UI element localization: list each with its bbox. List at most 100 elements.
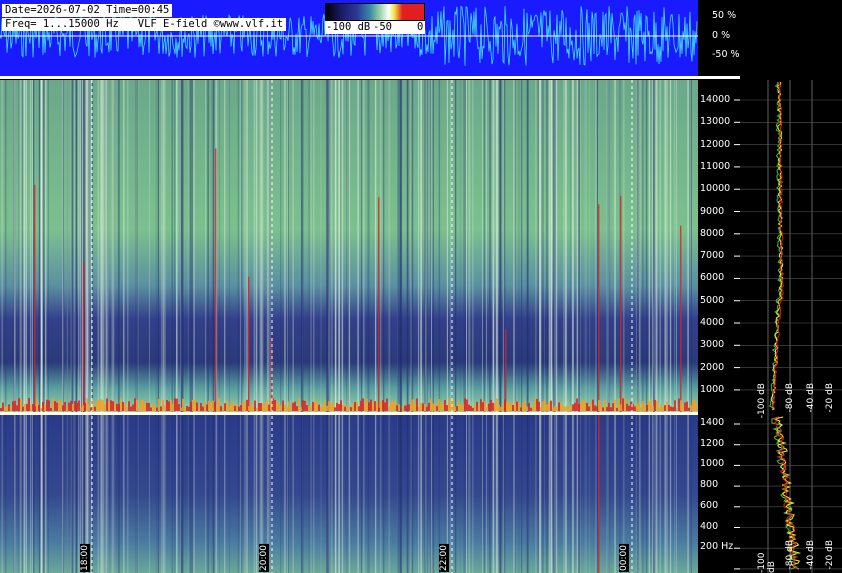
band-noise (420, 402, 422, 411)
spectrogram-streak (302, 80, 304, 412)
spectrogram-streak (40, 415, 43, 573)
spectrogram-streak (521, 415, 523, 573)
band-noise (472, 407, 474, 411)
band-noise (36, 399, 38, 411)
spectrogram-streak (102, 80, 104, 412)
spectrogram-streak (569, 415, 571, 573)
band-noise (8, 404, 10, 411)
upper-spectrum-panel (740, 80, 842, 412)
band-noise (0, 407, 2, 411)
spectrogram-streak (380, 415, 382, 573)
spectrogram-streak (14, 415, 16, 573)
band-noise (194, 399, 196, 411)
band-noise (314, 398, 316, 411)
spectrogram-streak (397, 415, 399, 573)
spectrogram-streak (288, 415, 289, 573)
spectrogram-streak (468, 415, 471, 573)
spectrogram-streak (638, 80, 641, 412)
band-noise (324, 399, 326, 411)
band-noise (82, 405, 84, 411)
band-noise (160, 406, 162, 411)
band-noise (340, 400, 342, 411)
spectrogram-streak (326, 80, 328, 412)
band-noise (684, 402, 686, 411)
waveform-axis-label: 50 % (712, 10, 737, 21)
band-noise (284, 404, 286, 411)
spectrogram-streak (472, 415, 474, 573)
spectrogram-streak (595, 415, 597, 573)
band-noise (264, 404, 266, 411)
band-noise (548, 401, 550, 411)
spectrogram-streak (577, 80, 580, 412)
spectrogram-streak (546, 415, 548, 573)
spectrum-db-label: -100 dB (757, 383, 767, 419)
band-noise (382, 399, 384, 411)
band-noise (418, 406, 420, 411)
spectrogram-streak (341, 80, 343, 412)
band-noise (552, 407, 554, 411)
spectrogram-streak (551, 80, 553, 412)
band-noise (608, 402, 610, 411)
band-noise (528, 403, 530, 411)
spectrogram-streak (674, 80, 675, 412)
spectrogram-streak (205, 415, 207, 573)
band-noise (12, 401, 14, 411)
spectrogram-streak (675, 415, 677, 573)
spectrogram-streak (425, 80, 427, 412)
band-noise (164, 405, 166, 411)
band-noise (414, 403, 416, 411)
band-noise (10, 407, 12, 411)
spectrogram-streak (674, 415, 675, 573)
spectrogram-streak (62, 415, 63, 573)
band-noise (266, 399, 268, 411)
band-noise (476, 401, 478, 411)
spectrogram-streak (259, 80, 261, 412)
band-noise (322, 405, 324, 411)
band-noise (376, 403, 378, 411)
band-noise (248, 406, 250, 411)
band-noise (38, 405, 40, 411)
band-noise (166, 399, 168, 411)
band-noise (372, 401, 374, 411)
spectrogram-streak (111, 415, 113, 573)
spectrogram-streak (40, 80, 43, 412)
band-noise (206, 404, 208, 411)
band-noise (384, 402, 386, 411)
band-noise (46, 399, 48, 411)
spectrogram-streak (496, 80, 499, 412)
spectrogram-streak (418, 415, 420, 573)
spectrogram-streak (579, 80, 581, 412)
band-noise (402, 407, 404, 411)
band-noise (190, 401, 192, 411)
band-noise (492, 402, 494, 411)
spectrogram-streak (62, 80, 63, 412)
band-noise (676, 407, 678, 411)
band-noise (296, 406, 298, 411)
spectrogram-streak (664, 80, 666, 412)
band-noise (106, 398, 108, 411)
spectrogram-streak (302, 415, 304, 573)
spectrogram-streak (1, 415, 4, 573)
spectrogram-streak (691, 80, 692, 412)
frequency-tick-label: 4000 (700, 317, 725, 328)
band-noise (26, 403, 28, 411)
spectrogram-streak (212, 80, 215, 412)
spectrogram-streak (569, 80, 571, 412)
spectrogram-streak (38, 415, 41, 573)
spectrogram-streak (329, 80, 331, 412)
band-noise (222, 407, 224, 411)
spectrogram-streak (256, 415, 258, 573)
color-scale-bar (325, 3, 425, 21)
band-noise (256, 407, 258, 411)
spectrogram-streak (123, 415, 125, 573)
band-noise (44, 404, 46, 411)
spectrogram-streak (240, 415, 243, 573)
band-noise (544, 401, 546, 411)
band-noise (512, 404, 514, 411)
spectrogram-streak (330, 415, 333, 573)
band-noise (622, 398, 624, 411)
spectrogram-streak (406, 80, 409, 412)
sferic-spike (34, 185, 36, 412)
sferic-spike (598, 415, 600, 573)
spectrogram-streak (489, 415, 491, 573)
